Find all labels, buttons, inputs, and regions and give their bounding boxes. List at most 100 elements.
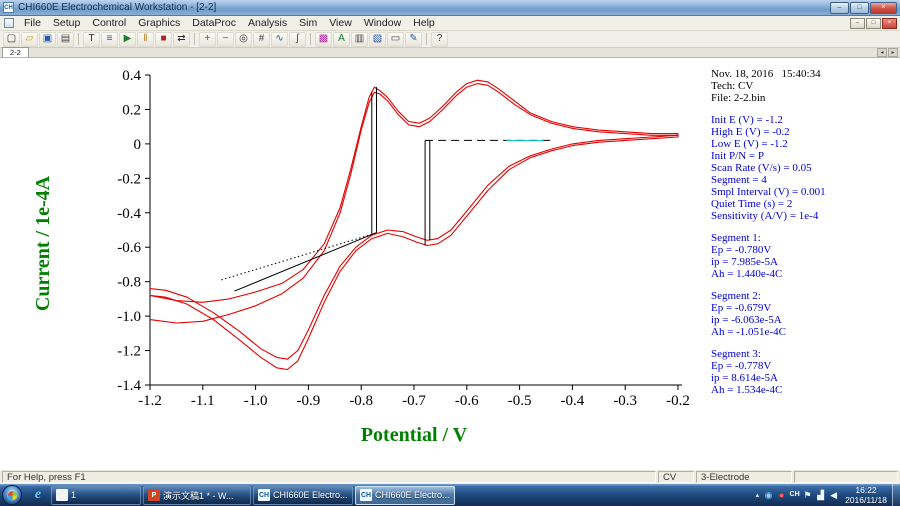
palette-icon[interactable]: ▩ (315, 31, 332, 47)
parameter-line: Smpl Interval (V) = 0.001 (711, 186, 826, 198)
title-bar[interactable]: CH CHI660E Electrochemical Workstation -… (0, 0, 900, 16)
taskbar-clock[interactable]: 16:22 2016/11/18 (840, 485, 892, 505)
taskbar-item-presentation-icon: P (148, 489, 160, 501)
parameters-icon[interactable]: ≡ (101, 31, 118, 47)
task-label: CHI660E Electro... (273, 490, 348, 500)
segment-title: Segment 1: (711, 232, 761, 244)
language-indicator[interactable]: CH (788, 484, 801, 506)
segment-line: ip = -6.063e-5A (711, 314, 782, 326)
x-tick-label: -0.7 (402, 393, 426, 409)
parameter-line: High E (V) = -0.2 (711, 126, 790, 138)
x-axis-title: Potential / V (360, 424, 468, 446)
menu-item-view[interactable]: View (323, 16, 358, 30)
status-bar: For Help, press F1 CV 3-Electrode (0, 470, 900, 484)
x-tick-label: -0.9 (297, 393, 321, 409)
taskbar-item-chi660e-2[interactable]: CH CHI660E Electro... (355, 485, 455, 505)
internet-explorer-icon[interactable]: e (25, 485, 51, 505)
segment-result-block-2: Segment 2: Ep = -0.679V ip = -6.063e-5A Ah … (711, 290, 897, 338)
stop-icon[interactable]: ■ (155, 31, 172, 47)
status-help-text: For Help, press F1 (2, 471, 656, 483)
y-tick-label: -1.4 (117, 378, 141, 394)
volume-icon[interactable]: ◀ (827, 484, 840, 506)
taskbar-item-presentation[interactable]: P 演示文稿1 * - W... (143, 485, 251, 505)
parameter-line: Scan Rate (V/s) = 0.05 (711, 162, 812, 174)
segment-result-block-1: Segment 1: Ep = -0.780V ip = 7.985e-5A Ah =… (711, 232, 897, 280)
menu-item-window[interactable]: Window (358, 16, 407, 30)
parameter-line: Low E (V) = -1.2 (711, 138, 788, 150)
network-icon[interactable]: ▟ (814, 484, 827, 506)
segment-line: Ah = 1.440e-4C (711, 268, 783, 280)
child-close-button[interactable]: × (882, 17, 897, 29)
axis-options-icon[interactable]: ▥ (351, 31, 368, 47)
menu-item-graphics[interactable]: Graphics (132, 16, 186, 30)
font-icon[interactable]: A (333, 31, 350, 47)
run-icon[interactable]: ▶ (119, 31, 136, 47)
toolbar-separator (310, 33, 311, 45)
taskbar-item-folder[interactable]: 1 (51, 485, 141, 505)
pause-icon[interactable]: ‖ (137, 31, 154, 47)
y-tick-label: -1.2 (117, 344, 141, 360)
smooth-icon[interactable]: ∿ (271, 31, 288, 47)
window-title: CHI660E Electrochemical Workstation - [2… (18, 2, 217, 13)
taskbar-item-chi660e-1[interactable]: CH CHI660E Electro... (253, 485, 353, 505)
y-tick-label: -0.2 (117, 171, 141, 187)
x-tick-label: -0.2 (666, 393, 690, 409)
segment-line: Ep = -0.778V (711, 360, 772, 372)
tray-status-red-icon[interactable]: ● (775, 484, 788, 506)
segment-title: Segment 2: (711, 290, 761, 302)
axes (149, 75, 682, 386)
copy-icon[interactable]: ▭ (387, 31, 404, 47)
menu-item-dataproc[interactable]: DataProc (186, 16, 242, 30)
print-icon[interactable]: ▤ (57, 31, 74, 47)
x-tick-label: -1.2 (138, 393, 162, 409)
anodic-baseline-solid (234, 232, 377, 292)
grid-icon[interactable]: # (253, 31, 270, 47)
show-desktop-button[interactable] (892, 484, 900, 506)
zoom-out-icon[interactable]: − (217, 31, 234, 47)
save-icon[interactable]: ▣ (39, 31, 56, 47)
start-button[interactable] (2, 485, 22, 505)
tray-icons: ◉ ● CH ⚑ ▟ ◀ (762, 484, 840, 506)
menu-item-analysis[interactable]: Analysis (242, 16, 293, 30)
child-minimize-button[interactable]: – (850, 17, 865, 29)
document-icon[interactable] (4, 18, 14, 28)
menu-item-file[interactable]: File (18, 16, 47, 30)
tray-status-blue-icon[interactable]: ◉ (762, 484, 775, 506)
x-tick-label: -1.1 (191, 393, 215, 409)
info-line: Nov. 18, 2016 15:40:34 (711, 68, 821, 80)
action-center-icon[interactable]: ⚑ (801, 484, 814, 506)
zoom-in-icon[interactable]: + (199, 31, 216, 47)
segment-line: ip = 7.985e-5A (711, 256, 778, 268)
new-file-icon[interactable]: ▢ (3, 31, 20, 47)
menu-item-sim[interactable]: Sim (293, 16, 323, 30)
tab-scroll-right-icon[interactable]: ▸ (888, 48, 898, 57)
open-folder-icon[interactable]: ▱ (21, 31, 38, 47)
system-tray: ▴ ◉ ● CH ⚑ ▟ ◀ 16:22 2016/11/18 (753, 484, 900, 506)
annotate-icon[interactable]: ✎ (405, 31, 422, 47)
manual-result-icon[interactable]: ◎ (235, 31, 252, 47)
child-window-controls: – □ × (850, 17, 897, 29)
tab-strip: 2-2 ◂ ▸ (0, 47, 900, 58)
toolbar-separator (194, 33, 195, 45)
toolbar-separator (426, 33, 427, 45)
tab-2-2[interactable]: 2-2 (2, 47, 29, 57)
tray-chevron-icon[interactable]: ▴ (753, 491, 763, 499)
integration-icon[interactable]: ∫ (289, 31, 306, 47)
minimize-button[interactable]: – (830, 1, 849, 14)
technique-icon[interactable]: T (83, 31, 100, 47)
menu-item-setup[interactable]: Setup (47, 16, 86, 30)
window-controls: – □ × (830, 1, 897, 14)
close-button[interactable]: × (870, 1, 897, 14)
menu-bar: File Setup Control Graphics DataProc Analysis… (0, 16, 900, 31)
tab-scroll-left-icon[interactable]: ◂ (877, 48, 887, 57)
overlay-plots-icon[interactable]: ▧ (369, 31, 386, 47)
y-tick-label: 0.4 (122, 68, 141, 84)
cv-curve-cycle-1 (149, 83, 679, 371)
menu-item-control[interactable]: Control (86, 16, 132, 30)
menu-item-help[interactable]: Help (407, 16, 441, 30)
child-restore-button[interactable]: □ (866, 17, 881, 29)
y-tick-label: -0.8 (117, 275, 141, 291)
help-icon[interactable]: ? (431, 31, 448, 47)
maximize-button[interactable]: □ (850, 1, 869, 14)
reverse-scan-icon[interactable]: ⇄ (173, 31, 190, 47)
